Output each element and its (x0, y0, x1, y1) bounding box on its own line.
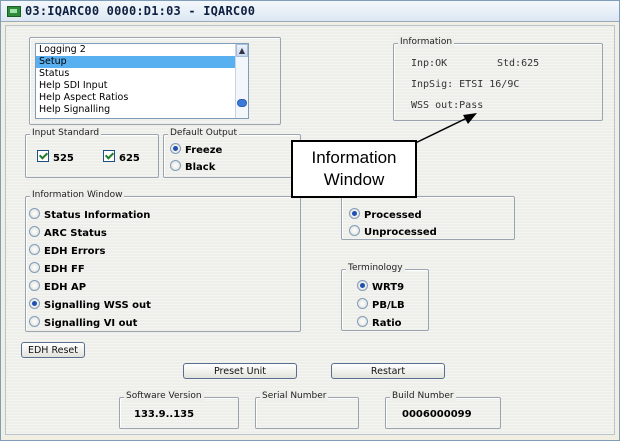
list-scrollbar[interactable]: ▲ (235, 44, 248, 118)
radio-label: EDH Errors (44, 246, 106, 257)
radio-signalling-vi-out[interactable]: Signalling VI out (29, 316, 137, 329)
radio-unselected-icon[interactable] (29, 280, 40, 291)
radio-ratio-label: Ratio (372, 318, 402, 329)
checkbox-525[interactable]: 525 (37, 150, 74, 164)
title-bar: 03:IQARC00 0000:D1:03 - IQARC00 (1, 1, 619, 22)
radio-unselected-icon[interactable] (170, 160, 181, 171)
standard-status: Std:625 (497, 58, 540, 69)
radio-pb-lb[interactable]: PB/LB (357, 298, 405, 311)
radio-label: Signalling VI out (44, 318, 138, 329)
scroll-up-icon[interactable]: ▲ (236, 44, 248, 57)
checkbox-625[interactable]: 625 (103, 150, 140, 164)
information-window-callout: Information Window (291, 140, 417, 198)
radio-black[interactable]: Black (170, 160, 215, 173)
information-window-title: Information Window (30, 190, 125, 200)
radio-label: ARC Status (44, 228, 107, 239)
input-status: Inp:OK (411, 58, 448, 69)
radio-black-label: Black (185, 162, 216, 173)
radio-label: EDH AP (44, 282, 87, 293)
radio-label: EDH FF (44, 264, 85, 275)
radio-unselected-icon[interactable] (349, 225, 360, 236)
edh-reset-button[interactable]: EDH Reset (21, 342, 85, 358)
build-number-value: 0006000099 (402, 409, 472, 420)
radio-wrt9-label: WRT9 (372, 282, 405, 293)
radio-freeze[interactable]: Freeze (170, 143, 222, 156)
restart-button[interactable]: Restart (331, 363, 445, 379)
callout-line-2: Window (323, 170, 385, 189)
radio-selected-icon[interactable] (357, 280, 368, 291)
radio-pb-lb-label: PB/LB (372, 300, 405, 311)
checkbox-checked-icon[interactable] (103, 150, 115, 162)
radio-label: Status Information (44, 210, 151, 221)
radio-wrt9[interactable]: WRT9 (357, 280, 404, 293)
radio-unselected-icon[interactable] (29, 244, 40, 255)
software-version-title: Software Version (124, 391, 204, 401)
list-item[interactable]: Help Signalling (36, 104, 248, 116)
checkbox-525-label: 525 (53, 153, 74, 164)
default-output-title: Default Output (168, 128, 240, 138)
serial-number-title: Serial Number (260, 391, 329, 401)
input-standard-title: Input Standard (30, 128, 102, 138)
list-item[interactable]: Status (36, 68, 248, 80)
radio-selected-icon[interactable] (170, 143, 181, 154)
radio-status-information[interactable]: Status Information (29, 208, 150, 221)
wss-out-status: WSS out:Pass (411, 100, 484, 111)
radio-arc-status[interactable]: ARC Status (29, 226, 107, 239)
build-number-title: Build Number (390, 391, 456, 401)
radio-edh-ap[interactable]: EDH AP (29, 280, 86, 293)
radio-edh-ff[interactable]: EDH FF (29, 262, 85, 275)
app-window: 03:IQARC00 0000:D1:03 - IQARC00 Logging … (0, 0, 620, 441)
list-item[interactable]: Logging 2 (36, 44, 248, 56)
preset-unit-button[interactable]: Preset Unit (183, 363, 297, 379)
radio-selected-icon[interactable] (29, 298, 40, 309)
scroll-thumb[interactable] (237, 99, 247, 107)
menu-listbox[interactable]: Logging 2 Setup Status Help SDI Input He… (35, 43, 249, 119)
radio-signalling-wss-out[interactable]: Signalling WSS out (29, 298, 151, 311)
radio-freeze-label: Freeze (185, 145, 223, 156)
callout-line-1: Information (311, 148, 397, 167)
radio-unprocessed[interactable]: Unprocessed (349, 225, 437, 238)
serial-number-group: Serial Number (255, 391, 359, 429)
radio-selected-icon[interactable] (349, 208, 360, 219)
radio-label: Signalling WSS out (44, 300, 151, 311)
terminology-title: Terminology (346, 263, 405, 273)
software-version-value: 133.9..135 (134, 409, 195, 420)
list-item-selected[interactable]: Setup (36, 56, 248, 68)
list-item[interactable]: Help Aspect Ratios (36, 92, 248, 104)
radio-edh-errors[interactable]: EDH Errors (29, 244, 105, 257)
app-icon (7, 6, 21, 17)
radio-unselected-icon[interactable] (29, 208, 40, 219)
checkbox-checked-icon[interactable] (37, 150, 49, 162)
radio-unselected-icon[interactable] (357, 298, 368, 309)
radio-ratio[interactable]: Ratio (357, 316, 402, 329)
information-title: Information (398, 37, 455, 47)
radio-processed[interactable]: Processed (349, 208, 422, 221)
window-title: 03:IQARC00 0000:D1:03 - IQARC00 (25, 4, 256, 18)
radio-unselected-icon[interactable] (29, 316, 40, 327)
radio-unselected-icon[interactable] (29, 262, 40, 273)
input-signal-status: InpSig: ETSI 16/9C (411, 79, 520, 90)
radio-unselected-icon[interactable] (29, 226, 40, 237)
list-item[interactable]: Help SDI Input (36, 80, 248, 92)
radio-unprocessed-label: Unprocessed (364, 227, 437, 238)
radio-unselected-icon[interactable] (357, 316, 368, 327)
checkbox-625-label: 625 (119, 153, 140, 164)
radio-processed-label: Processed (364, 210, 422, 221)
